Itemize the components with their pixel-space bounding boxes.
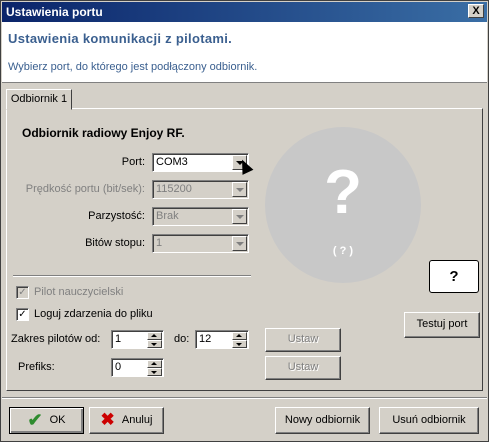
new-receiver-button[interactable]: Nowy odbiornik	[275, 407, 370, 434]
teacher-remote-checkbox[interactable]: ✓	[16, 286, 29, 299]
receiver-title: Odbiornik radiowy Enjoy RF.	[22, 126, 185, 140]
range-to-label: do:	[174, 333, 190, 345]
ok-label: OK	[49, 414, 66, 427]
range-to-stepper[interactable]: 12	[195, 330, 249, 349]
cancel-button[interactable]: ✖ Anuluj	[89, 407, 164, 434]
chevron-down-icon[interactable]	[232, 209, 247, 224]
cancel-label: Anuluj	[121, 414, 153, 427]
question-mark-icon: ?	[324, 158, 362, 227]
speed-select[interactable]: 115200	[152, 180, 249, 199]
close-icon[interactable]: X	[468, 4, 484, 18]
stop-bits-select[interactable]: 1	[152, 234, 249, 253]
prefix-value: 0	[115, 361, 122, 373]
stop-bits-select-value: 1	[156, 237, 163, 249]
check-icon: ✔	[27, 410, 43, 431]
spin-down-icon[interactable]	[147, 368, 162, 376]
spin-up-icon[interactable]	[147, 332, 162, 340]
chevron-down-icon[interactable]	[232, 236, 247, 251]
prefix-stepper[interactable]: 0	[111, 358, 164, 377]
spin-up-icon[interactable]	[147, 360, 162, 368]
port-select-value: COM3	[156, 156, 188, 168]
range-from-label: Zakres pilotów od:	[11, 333, 101, 345]
teacher-remote-label: Pilot nauczycielski	[34, 286, 124, 298]
log-events-checkbox[interactable]: ✓	[16, 308, 29, 321]
parity-label: Parzystość:	[88, 210, 145, 222]
footer-divider	[2, 397, 487, 399]
cross-icon: ✖	[100, 410, 115, 430]
chevron-down-icon[interactable]	[232, 182, 247, 197]
set-prefix-button[interactable]: Ustaw	[265, 356, 341, 380]
speed-label: Prędkość portu (bit/sek):	[25, 183, 145, 195]
options-divider	[13, 275, 251, 277]
log-events-label: Loguj zdarzenia do pliku	[34, 308, 153, 320]
range-from-value: 1	[115, 333, 122, 345]
prefix-label: Prefiks:	[18, 361, 55, 373]
test-port-button[interactable]: Testuj port	[404, 312, 480, 338]
port-settings-window: Ustawienia portu X Ustawienia komunikacj…	[0, 0, 489, 442]
parity-select[interactable]: Brak	[152, 207, 249, 226]
receiver-status-icon: ? ( ? )	[265, 127, 421, 283]
header-subtitle: Wybierz port, do którego jest podłączony…	[8, 61, 258, 73]
stop-bits-label: Bitów stopu:	[85, 237, 145, 249]
port-select[interactable]: COM3	[152, 153, 249, 172]
help-button[interactable]: ?	[429, 260, 479, 293]
range-from-stepper[interactable]: 1	[111, 330, 164, 349]
header-banner: Ustawienia komunikacji z pilotami. Wybie…	[2, 22, 487, 83]
spin-up-icon[interactable]	[232, 332, 247, 340]
port-label: Port:	[121, 156, 145, 168]
spin-down-icon[interactable]	[147, 340, 162, 348]
range-to-value: 12	[199, 333, 212, 345]
spin-down-icon[interactable]	[232, 340, 247, 348]
remove-receiver-button[interactable]: Usuń odbiornik	[379, 407, 479, 434]
header-title: Ustawienia komunikacji z pilotami.	[8, 31, 233, 46]
tab-receiver-1[interactable]: Odbiornik 1	[6, 89, 72, 110]
title-bar[interactable]: Ustawienia portu X	[2, 2, 487, 22]
set-range-button[interactable]: Ustaw	[265, 328, 341, 352]
speed-select-value: 115200	[156, 183, 192, 195]
status-caption: ( ? )	[332, 245, 354, 257]
ok-button[interactable]: ✔ OK	[9, 407, 84, 434]
parity-select-value: Brak	[156, 210, 179, 222]
window-title: Ustawienia portu	[6, 5, 103, 19]
